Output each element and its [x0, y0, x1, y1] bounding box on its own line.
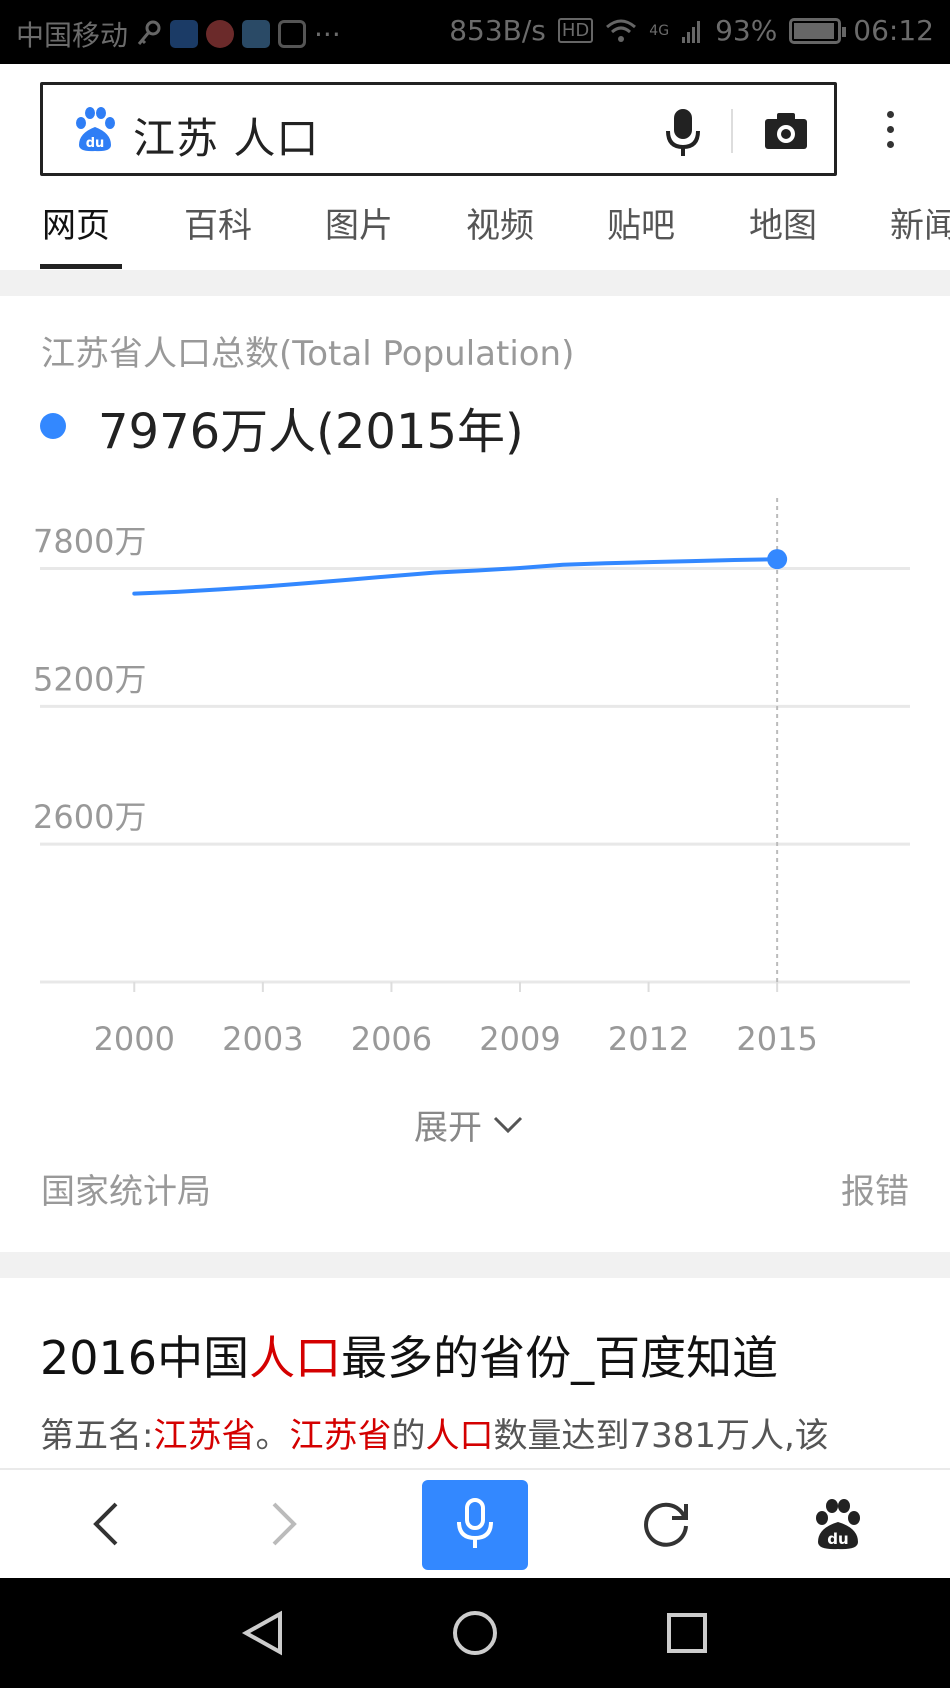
voice-search-button[interactable]: [422, 1480, 528, 1570]
app-notification-icon: [170, 20, 199, 48]
highlight-point: [767, 549, 788, 570]
report-error-link[interactable]: 报错: [841, 1164, 909, 1213]
y-tick-label: 7800万: [33, 523, 146, 561]
telegram-notification-icon: [242, 20, 271, 48]
card-title: 江苏省人口总数(Total Population): [41, 334, 575, 374]
refresh-icon[interactable]: [636, 1494, 696, 1554]
x-tick-label: 2000: [94, 1020, 175, 1058]
search-input[interactable]: 江苏 人口: [133, 105, 319, 166]
data-source: 国家统计局: [41, 1172, 211, 1212]
result-title-link[interactable]: 2016中国人口最多的省份_百度知道: [40, 1322, 778, 1388]
system-recents-icon[interactable]: [662, 1608, 712, 1658]
back-icon[interactable]: [78, 1494, 138, 1554]
active-tab-indicator: [40, 264, 122, 269]
highlighted-term: 人口: [249, 1331, 342, 1385]
text-segment: 第五名:: [40, 1416, 154, 1456]
legend-dot: [40, 413, 66, 439]
more-notifications-icon: ···: [314, 17, 341, 51]
population-chart[interactable]: 7800万 5200万 2600万 2000 2003 2006 2009 2012 2015: [0, 480, 950, 1060]
text-segment: 的: [391, 1416, 426, 1456]
highlighted-term: 人口: [425, 1416, 494, 1456]
map-notification-icon: [206, 20, 235, 48]
x-tick-label: 2006: [351, 1020, 432, 1058]
tab-tieba[interactable]: 贴吧: [607, 198, 675, 247]
tab-images[interactable]: 图片: [325, 198, 393, 247]
x-tick-label: 2015: [736, 1020, 817, 1058]
svg-text:du: du: [827, 1530, 848, 1548]
section-divider: [0, 1252, 950, 1278]
chevron-down-icon: [493, 1116, 523, 1133]
y-tick-label: 2600万: [33, 798, 146, 836]
baidu-home-icon[interactable]: du: [808, 1494, 868, 1554]
more-options-icon[interactable]: [870, 106, 910, 156]
baidu-paw-icon: du: [76, 107, 115, 152]
network-speed: 853B/s: [449, 14, 546, 47]
microphone-icon[interactable]: [658, 105, 708, 159]
tab-videos[interactable]: 视频: [466, 198, 534, 247]
x-tick-label: 2009: [479, 1020, 560, 1058]
browser-toolbar: du: [0, 1468, 950, 1578]
system-home-icon[interactable]: [450, 1608, 500, 1658]
search-bar[interactable]: du 江苏 人口: [40, 82, 837, 176]
expand-button[interactable]: 展开: [414, 1100, 524, 1149]
x-tick-label: 2003: [222, 1020, 303, 1058]
camera-icon[interactable]: [761, 107, 811, 157]
signal-icon: [682, 20, 701, 43]
system-back-icon[interactable]: [238, 1608, 288, 1658]
carrier-label: 中国移动: [16, 19, 129, 52]
y-tick-label: 5200万: [33, 660, 146, 698]
text-segment: 。: [255, 1416, 290, 1456]
section-divider: [0, 270, 950, 296]
microphone-icon: [457, 1498, 493, 1548]
x-tick-label: 2012: [608, 1020, 689, 1058]
highlighted-term: 江苏省: [289, 1416, 392, 1456]
tab-news[interactable]: 新闻: [890, 198, 950, 247]
search-divider: [731, 109, 733, 153]
status-bar: 中国移动 ··· 853B/s HD 4G 93% 06:12: [0, 0, 950, 64]
forward-icon[interactable]: [252, 1494, 312, 1554]
population-value: 7976万人(2015年): [98, 404, 524, 460]
result-snippet: 第五名:江苏省。江苏省的人口数量达到7381万人,该: [40, 1408, 920, 1457]
system-navigation-bar: [0, 1578, 950, 1688]
tab-maps[interactable]: 地图: [749, 198, 817, 247]
text-segment: 数量达到7381万人,该: [493, 1416, 829, 1456]
text-segment: 最多的省份_百度知道: [341, 1331, 779, 1385]
tab-baike[interactable]: 百科: [184, 198, 252, 247]
network-type: 4G: [649, 22, 670, 39]
key-icon: [137, 20, 161, 45]
search-tabs: 网页 百科 图片 视频 贴吧 地图 新闻: [0, 186, 950, 270]
svg-text:du: du: [86, 136, 105, 151]
hd-badge: HD: [557, 18, 594, 43]
battery-percent: 93%: [715, 14, 778, 47]
highlighted-term: 江苏省: [153, 1416, 256, 1456]
app-notification-icon: [278, 20, 307, 48]
population-series-line: [132, 557, 780, 596]
battery-icon: [789, 17, 847, 44]
clock: 06:12: [853, 14, 934, 47]
text-segment: 2016中国: [40, 1331, 250, 1385]
tab-web[interactable]: 网页: [42, 198, 110, 247]
expand-label: 展开: [414, 1108, 482, 1148]
wifi-icon: [606, 19, 637, 42]
